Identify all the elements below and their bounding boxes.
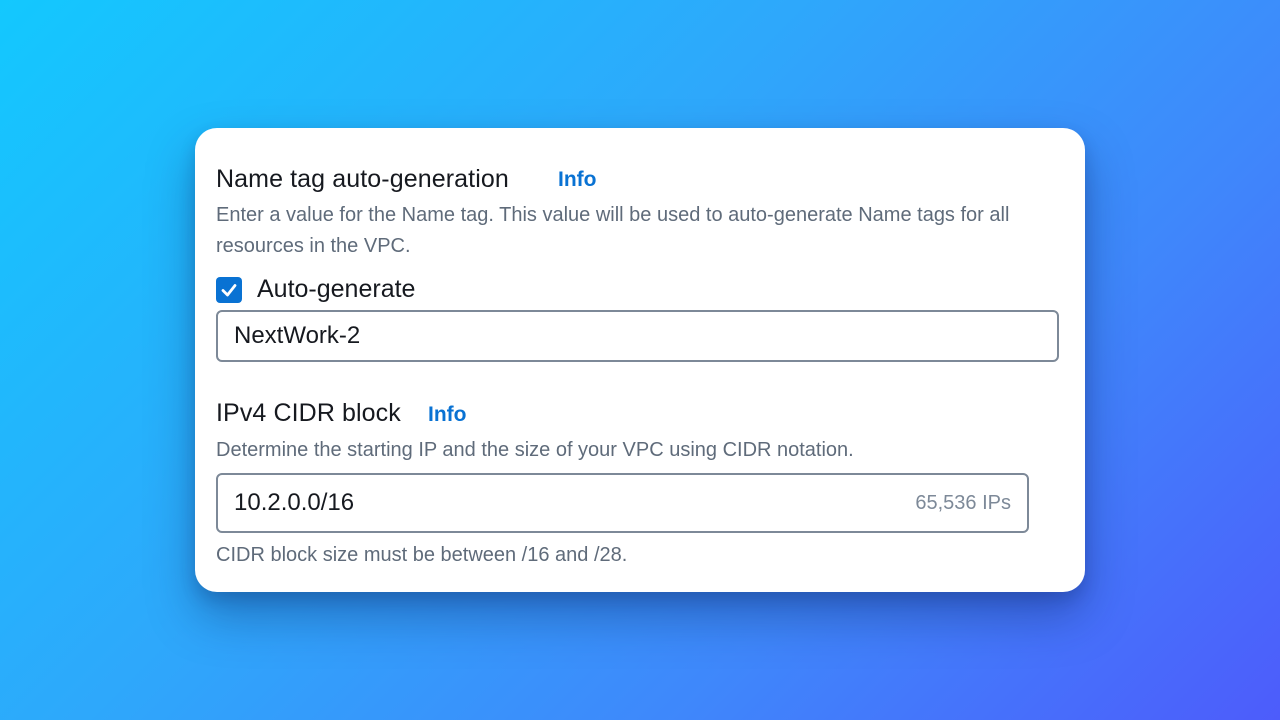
cidr-input[interactable]: 10.2.0.0/16 65,536 IPs xyxy=(216,473,1029,533)
ip-count-label: 65,536 IPs xyxy=(915,491,1011,514)
cidr-description: Determine the starting IP and the size o… xyxy=(216,439,854,461)
auto-generate-checkbox[interactable] xyxy=(216,277,242,303)
cidr-heading: IPv4 CIDR block xyxy=(216,399,401,427)
name-tag-description: Enter a value for the Name tag. This val… xyxy=(216,204,1010,257)
name-tag-input[interactable]: NextWork-2 xyxy=(216,310,1059,362)
cidr-input-value: 10.2.0.0/16 xyxy=(234,489,355,516)
checkmark-icon xyxy=(221,284,237,297)
auto-generate-label[interactable]: Auto-generate xyxy=(257,275,415,304)
cidr-constraint-text: CIDR block size must be between /16 and … xyxy=(216,544,628,566)
name-tag-heading: Name tag auto-generation xyxy=(216,165,509,193)
vpc-settings-card: Name tag auto-generation Info Enter a va… xyxy=(195,128,1085,592)
name-tag-info-link[interactable]: Info xyxy=(558,168,596,192)
cidr-info-link[interactable]: Info xyxy=(428,403,466,427)
name-tag-input-value: NextWork-2 xyxy=(234,322,361,349)
